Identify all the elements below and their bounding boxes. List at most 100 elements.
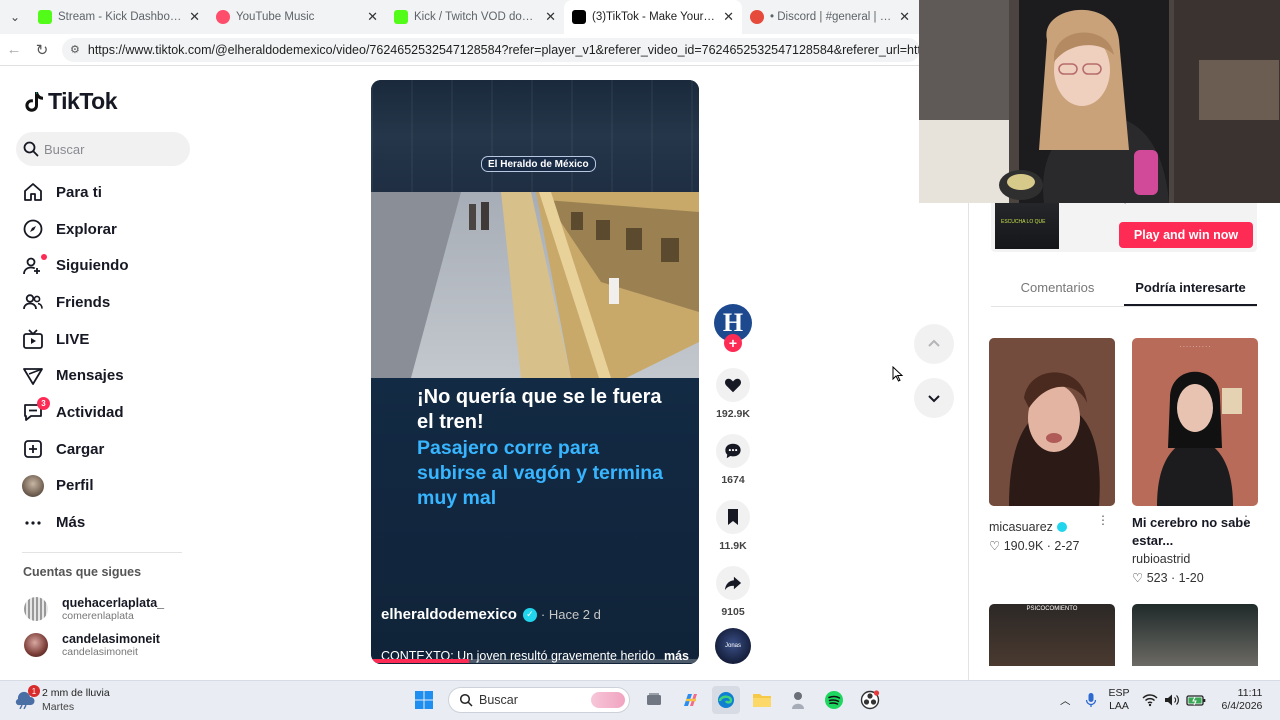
taskbar-search[interactable]: Buscar [448, 687, 630, 713]
recommended-video-card[interactable]: · · · · · · · · · · ⋮ Mi cerebro no sabe… [1132, 338, 1258, 585]
weather-widget[interactable]: 1 2 mm de lluvia Martes [14, 685, 110, 713]
followed-account[interactable]: quehacerlaplata_ comerenlaplata [24, 596, 164, 622]
nav-item-perfil[interactable]: Perfil [22, 468, 192, 505]
tiktok-logo[interactable]: TikTok [24, 88, 118, 115]
like-count: 192.9K [716, 408, 750, 420]
upload-icon [22, 438, 44, 460]
save-button[interactable]: 11.9K [712, 500, 754, 552]
card-more-icon[interactable]: ⋮ [1097, 513, 1109, 527]
nav-item-explorar[interactable]: Explorar [22, 211, 192, 248]
video-author[interactable]: elheraldodemexico ✓ · Hace 2 d [381, 606, 601, 623]
search-input[interactable]: Buscar [16, 132, 190, 166]
task-view-icon[interactable] [640, 686, 668, 714]
edge-browser-icon[interactable] [712, 686, 740, 714]
video-progress-bar[interactable] [371, 659, 699, 663]
video-thumbnail[interactable] [989, 338, 1115, 506]
account-avatar [24, 597, 48, 621]
followed-account[interactable]: candelasimoneit candelasimoneit [24, 632, 160, 658]
nav-item-live[interactable]: LIVE [22, 321, 192, 358]
nav-item-siguiendo[interactable]: Siguiendo [22, 247, 192, 284]
close-tab-icon[interactable]: ✕ [723, 9, 734, 25]
close-tab-icon[interactable]: ✕ [367, 9, 378, 25]
back-arrow-icon[interactable]: ← [0, 41, 28, 58]
ad-cta-button[interactable]: Play and win now [1119, 222, 1253, 248]
nav-item-actividad[interactable]: 3 Actividad [22, 394, 192, 431]
wifi-icon[interactable] [1142, 693, 1158, 707]
card-meta: ♡ 523 · 1-20 [1132, 571, 1204, 585]
tab-title: (3)TikTok - Make Your Day [592, 11, 718, 23]
volume-icon[interactable] [1164, 693, 1180, 707]
recommended-video-card[interactable]: ⋮ micasuarez ♡ 190.9K · 2-27 [989, 338, 1115, 553]
browser-tab[interactable]: YouTube Music ✕ [208, 0, 386, 34]
author-name[interactable]: elheraldodemexico [381, 606, 517, 623]
copilot-icon[interactable] [676, 686, 704, 714]
url-field[interactable]: ⚙ https://www.tiktok.com/@elheraldodemex… [62, 37, 920, 62]
more-icon [22, 512, 44, 534]
taskbar-clock[interactable]: 11:11 6/4/2026 [1222, 687, 1263, 713]
search-highlight-image [591, 692, 625, 708]
nav-item-para-ti[interactable]: Para ti [22, 174, 192, 211]
bookmark-icon [716, 500, 750, 534]
nav-item-mensajes[interactable]: Mensajes [22, 357, 192, 394]
post-time: · Hace 2 d [540, 607, 601, 622]
card-more-icon[interactable]: ⋮ [1240, 513, 1252, 527]
kick-favicon-icon [38, 10, 52, 24]
video-thumbnail[interactable] [1132, 604, 1258, 666]
nav-item-friends[interactable]: Friends [22, 284, 192, 321]
microphone-icon[interactable] [1085, 692, 1097, 708]
browser-tab[interactable]: • Discord | #general | El servic ✕ [742, 0, 918, 34]
save-count: 11.9K [719, 540, 747, 552]
video-subheadline: Pasajero corre para subirse al vagón y t… [417, 437, 664, 509]
card-username: rubioastrid [1132, 552, 1191, 566]
nav-item-mas[interactable]: Más [22, 504, 192, 541]
video-thumbnail[interactable]: PSICOCOMIENTO [989, 604, 1115, 666]
obs-studio-icon[interactable] [856, 686, 884, 714]
video-headline: ¡No quería que se le fuera el tren! [417, 386, 662, 433]
previous-video-button[interactable] [914, 324, 954, 364]
tiktok-favicon-icon [572, 10, 586, 24]
app-character-icon[interactable] [784, 686, 812, 714]
battery-charging-icon[interactable] [1185, 693, 1206, 707]
nav-label: Cargar [56, 440, 105, 458]
close-tab-icon[interactable]: ✕ [899, 9, 910, 25]
chevron-down-icon [928, 395, 940, 403]
following-icon [22, 253, 47, 277]
system-tray: ︿ ESP LAA 11:11 6/4/2026 [1060, 687, 1262, 713]
live-icon [22, 328, 44, 350]
tray-expand-icon[interactable]: ︿ [1060, 693, 1071, 708]
next-video-button[interactable] [914, 378, 954, 418]
ad-thumbnail[interactable]: ESCUCHA LO QUE [995, 201, 1059, 249]
video-thumbnail[interactable]: · · · · · · · · · · [1132, 338, 1258, 506]
browser-tab[interactable]: Stream - Kick Dashboard ✕ [30, 0, 208, 34]
tab-podria-interesarte[interactable]: Podría interesarte [1124, 272, 1257, 306]
card-meta: ♡ 190.9K · 2-27 [989, 539, 1080, 553]
author-avatar[interactable]: H + [714, 304, 752, 352]
tab-search-dropdown-icon[interactable]: ⌄ [0, 10, 30, 24]
language-code: ESP [1108, 687, 1130, 699]
sidebar-divider [22, 552, 182, 553]
card-user[interactable]: rubioastrid [1132, 552, 1258, 566]
input-language[interactable]: ESP LAA [1109, 687, 1130, 713]
card-username: micasuarez [989, 520, 1053, 534]
browser-tab-active[interactable]: (3)TikTok - Make Your Day ✕ [564, 0, 742, 34]
follow-plus-icon[interactable]: + [724, 334, 742, 352]
spotify-icon[interactable] [820, 686, 848, 714]
site-info-icon[interactable]: ⚙ [70, 43, 80, 57]
browser-tab[interactable]: Kick / Twitch VOD downloade ✕ [386, 0, 564, 34]
comment-button[interactable]: 1674 [712, 434, 754, 486]
activity-icon: 3 [22, 397, 50, 423]
reload-icon[interactable]: ↻ [28, 41, 56, 59]
nav-item-cargar[interactable]: Cargar [22, 431, 192, 468]
tab-comentarios[interactable]: Comentarios [991, 272, 1124, 306]
file-explorer-icon[interactable] [748, 686, 776, 714]
video-player[interactable]: El Heraldo de México ¡No quería que se l… [371, 80, 699, 664]
home-icon [22, 181, 44, 203]
close-tab-icon[interactable]: ✕ [545, 9, 556, 25]
close-tab-icon[interactable]: ✕ [189, 9, 200, 25]
share-button[interactable]: 9105 [712, 566, 754, 618]
windows-start-icon[interactable] [410, 686, 438, 714]
following-header: Cuentas que sigues [23, 565, 142, 579]
like-button[interactable]: 192.9K [712, 368, 754, 420]
music-disc-avatar[interactable]: Jonas [715, 628, 751, 664]
comment-count: 1674 [721, 474, 745, 486]
